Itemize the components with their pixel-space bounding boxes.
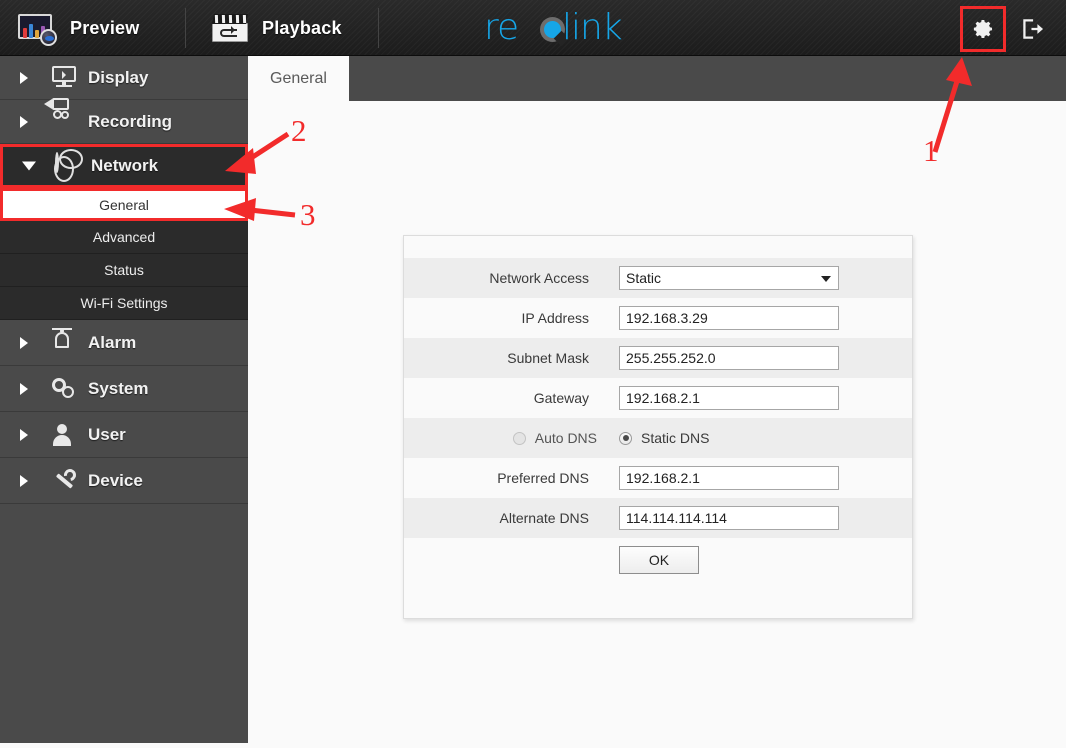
logout-icon	[1023, 19, 1044, 39]
sidebar-subitem-wifi-settings[interactable]: Wi-Fi Settings	[0, 287, 248, 320]
reolink-settings-window: Preview Playback re link Display Recordi…	[0, 0, 1066, 743]
subnet-mask-input[interactable]	[619, 346, 839, 370]
reolink-logo: re link	[484, 7, 623, 49]
network-globe-icon	[55, 152, 81, 178]
panel-bottom-spacer	[404, 582, 912, 618]
preferred-dns-input[interactable]	[619, 466, 839, 490]
nav-preview[interactable]: Preview	[18, 0, 139, 56]
chevron-right-icon	[20, 428, 28, 441]
sidebar-subitem-general[interactable]: General	[0, 188, 248, 221]
logo-text-first: re	[484, 7, 519, 48]
sidebar-item-user-label: User	[88, 424, 126, 444]
form-row-network-access: Network Access Static	[404, 258, 912, 298]
label-gateway: Gateway	[533, 390, 589, 406]
label-subnet-mask: Subnet Mask	[507, 350, 589, 366]
playback-clapperboard-icon	[211, 14, 249, 42]
chevron-down-icon	[22, 161, 36, 171]
alarm-bell-icon	[52, 327, 78, 355]
ok-button[interactable]: OK	[619, 546, 699, 574]
gears-icon	[52, 377, 78, 401]
ip-address-input[interactable]	[619, 306, 839, 330]
label-ip-address: IP Address	[521, 310, 589, 326]
auto-dns-radio-cell: Auto DNS	[404, 430, 619, 446]
chevron-right-icon	[20, 71, 28, 84]
sidebar-item-recording-label: Recording	[88, 111, 173, 131]
sidebar-subitem-wifi-label: Wi-Fi Settings	[80, 295, 168, 311]
label-preferred-dns: Preferred DNS	[497, 470, 589, 486]
sidebar-item-user[interactable]: User	[0, 412, 248, 458]
panel-top-spacer	[404, 236, 912, 258]
sidebar-subitem-advanced[interactable]: Advanced	[0, 221, 248, 254]
sidebar-item-device-label: Device	[88, 470, 143, 490]
form-row-gateway: Gateway	[404, 378, 912, 418]
user-icon	[52, 423, 78, 447]
form-row-preferred-dns: Preferred DNS	[404, 458, 912, 498]
alternate-dns-input[interactable]	[619, 506, 839, 530]
preview-icon	[18, 14, 57, 46]
nav-playback-label: Playback	[262, 17, 342, 38]
top-navigation-bar: Preview Playback re link	[0, 0, 1066, 56]
sidebar-subitem-status-label: Status	[104, 262, 144, 278]
form-row-alternate-dns: Alternate DNS	[404, 498, 912, 538]
wrench-icon	[52, 466, 79, 493]
gear-icon	[973, 20, 993, 38]
tab-bar: General	[248, 56, 1066, 101]
form-row-actions: OK	[404, 538, 912, 582]
logo-text-second: link	[562, 7, 623, 48]
static-dns-radio-cell: Static DNS	[619, 430, 912, 446]
sidebar-item-alarm-label: Alarm	[88, 332, 137, 352]
sidebar-subitem-general-label: General	[99, 196, 149, 213]
nav-divider-1	[185, 8, 186, 48]
sidebar-item-system-label: System	[88, 378, 149, 398]
label-network-access: Network Access	[489, 270, 589, 286]
chevron-right-icon	[20, 115, 28, 128]
auto-dns-label: Auto DNS	[534, 430, 597, 446]
display-icon	[52, 65, 78, 90]
nav-playback[interactable]: Playback	[211, 0, 342, 56]
form-row-subnet-mask: Subnet Mask	[404, 338, 912, 378]
tab-general[interactable]: General	[248, 56, 349, 101]
sidebar-item-network-label: Network	[91, 156, 159, 175]
chevron-down-icon	[821, 276, 831, 282]
sidebar-subitem-status[interactable]: Status	[0, 254, 248, 287]
sidebar-item-alarm[interactable]: Alarm	[0, 320, 248, 366]
static-dns-radio[interactable]	[619, 431, 632, 445]
nav-preview-label: Preview	[70, 17, 140, 38]
recording-icon	[44, 97, 78, 134]
logout-button[interactable]	[1012, 6, 1052, 52]
sidebar-item-system[interactable]: System	[0, 366, 248, 412]
chevron-right-icon	[20, 336, 28, 349]
form-row-ip-address: IP Address	[404, 298, 912, 338]
settings-gear-button[interactable]	[960, 6, 1006, 52]
sidebar-item-device[interactable]: Device	[0, 458, 248, 504]
network-access-value: Static	[626, 270, 662, 286]
chevron-right-icon	[20, 474, 28, 487]
chevron-right-icon	[20, 382, 28, 395]
sidebar-subitem-advanced-label: Advanced	[92, 229, 156, 245]
network-general-form-panel: Network Access Static IP Address Subnet …	[403, 235, 913, 619]
sidebar-item-network[interactable]: Network	[0, 144, 248, 188]
label-alternate-dns: Alternate DNS	[499, 510, 589, 526]
content-area: General Network Access Static IP Address	[248, 56, 1066, 743]
tab-general-label: General	[270, 69, 327, 87]
auto-dns-radio[interactable]	[512, 431, 526, 445]
ok-button-label: OK	[648, 552, 670, 568]
sidebar-item-recording[interactable]: Recording	[0, 97, 248, 144]
sidebar-item-display[interactable]: Display	[0, 56, 248, 100]
form-row-dns-mode: Auto DNS Static DNS	[404, 418, 912, 458]
gateway-input[interactable]	[619, 386, 839, 410]
network-access-select[interactable]: Static	[619, 266, 839, 290]
nav-divider-2	[378, 8, 379, 48]
static-dns-label: Static DNS	[641, 430, 710, 446]
settings-sidebar: Display Recording Network General Advanc…	[0, 56, 248, 743]
sidebar-item-display-label: Display	[88, 67, 149, 87]
